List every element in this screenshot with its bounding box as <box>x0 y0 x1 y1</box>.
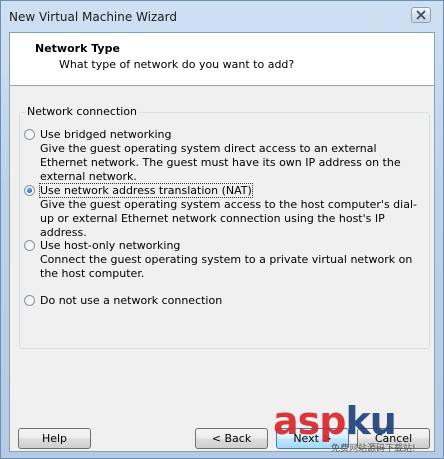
option-nat-description: Give the guest operating system access t… <box>40 198 417 239</box>
close-button[interactable] <box>411 7 431 23</box>
page-subtitle: What type of network do you want to add? <box>59 58 295 71</box>
option-host-only-label[interactable]: Use host-only networking <box>40 239 180 252</box>
radio-bridged[interactable] <box>24 129 35 140</box>
dialog-client-area: Network Type What type of network do you… <box>9 32 435 452</box>
option-bridged-label[interactable]: Use bridged networking <box>40 128 172 141</box>
radio-host-only[interactable] <box>24 240 35 251</box>
help-button[interactable]: Help <box>18 428 91 449</box>
option-no-network-label[interactable]: Do not use a network connection <box>40 294 222 307</box>
title-bar[interactable]: New Virtual Machine Wizard <box>1 1 443 33</box>
option-bridged-description: Give the guest operating system direct a… <box>40 142 401 183</box>
next-button[interactable]: Next > <box>276 428 349 449</box>
wizard-window: New Virtual Machine Wizard Network Type … <box>0 0 444 459</box>
network-connection-group-label: Network connection <box>25 105 140 118</box>
cancel-button[interactable]: Cancel <box>357 428 430 449</box>
wizard-header: Network Type What type of network do you… <box>10 33 434 86</box>
close-icon <box>416 10 426 20</box>
radio-no-network[interactable] <box>24 295 35 306</box>
back-button[interactable]: < Back <box>195 428 268 449</box>
radio-nat[interactable] <box>24 185 35 196</box>
window-title: New Virtual Machine Wizard <box>9 10 177 24</box>
option-nat-label[interactable]: Use network address translation (NAT) <box>39 183 253 198</box>
option-host-only-description: Connect the guest operating system to a … <box>40 253 413 280</box>
page-title: Network Type <box>35 42 120 55</box>
